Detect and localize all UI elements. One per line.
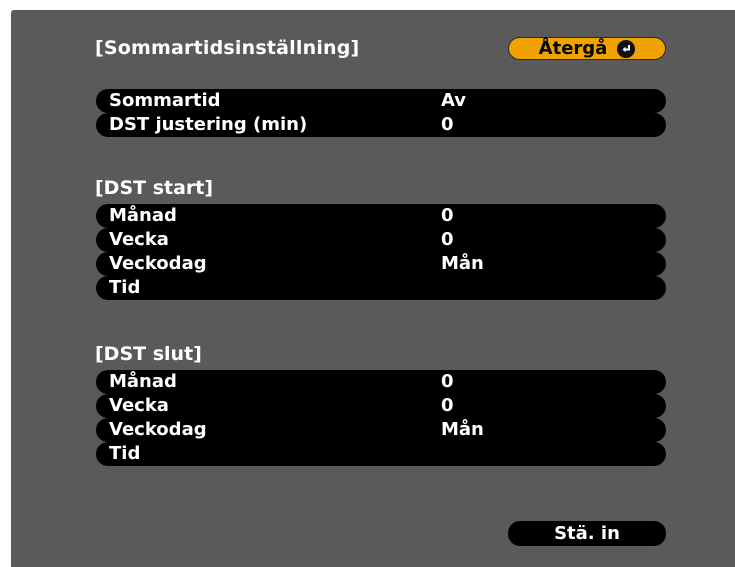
row-value: 0 [441,229,454,250]
dst-end-row-week[interactable]: Vecka 0 [96,394,666,418]
row-label: Tid [109,443,141,464]
row-value: Mån [441,419,484,440]
enter-icon [617,39,636,58]
row-label: Vecka [109,229,169,250]
section-header-dst-start: [DST start] [95,177,214,199]
dst-start-row-week[interactable]: Vecka 0 [96,228,666,252]
setting-row-sommartid[interactable]: Sommartid Av [96,89,666,113]
back-button-label: Återgå [538,37,608,59]
row-label: Veckodag [109,419,207,440]
settings-panel: [Sommartidsinställning] Återgå Sommartid… [11,10,735,567]
page-title: [Sommartidsinställning] [95,37,360,59]
row-label: DST justering (min) [109,114,308,135]
dst-end-row-time[interactable]: Tid [96,442,666,466]
back-button[interactable]: Återgå [508,37,666,60]
row-label: Tid [109,277,141,298]
row-label: Månad [109,371,177,392]
row-label: Veckodag [109,253,207,274]
row-label: Vecka [109,395,169,416]
row-value: Av [441,90,467,111]
setting-row-dst-adjustment[interactable]: DST justering (min) 0 [96,113,666,137]
row-value: 0 [441,205,454,226]
dst-start-row-time[interactable]: Tid [96,276,666,300]
set-button[interactable]: Stä. in [508,521,666,546]
dst-start-row-weekday[interactable]: Veckodag Mån [96,252,666,276]
row-value: 0 [441,371,454,392]
dst-end-row-weekday[interactable]: Veckodag Mån [96,418,666,442]
dst-start-row-month[interactable]: Månad 0 [96,204,666,228]
section-header-dst-end: [DST slut] [95,343,202,365]
row-label: Sommartid [109,90,221,111]
dst-end-row-month[interactable]: Månad 0 [96,370,666,394]
row-value: 0 [441,114,454,135]
row-value: 0 [441,395,454,416]
set-button-label: Stä. in [554,522,620,544]
row-value: Mån [441,253,484,274]
row-label: Månad [109,205,177,226]
